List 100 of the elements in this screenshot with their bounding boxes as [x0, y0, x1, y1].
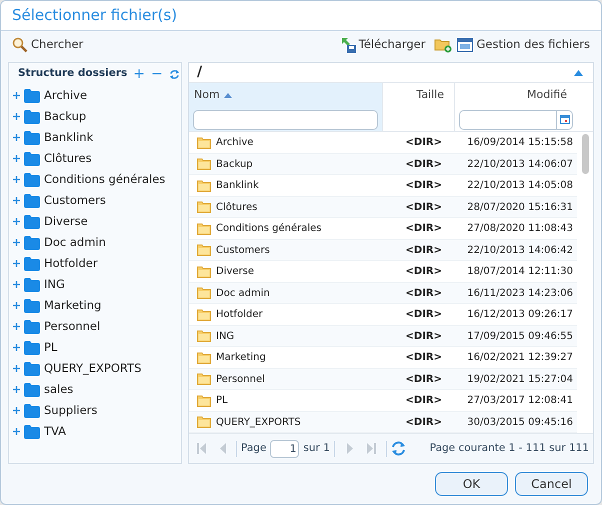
size-cell-text: <DIR> — [404, 244, 443, 258]
modified-cell-text: 16/11/2023 14:23:06 — [466, 286, 574, 301]
size-cell-text: <DIR> — [404, 286, 443, 301]
name-filter-field[interactable] — [193, 110, 378, 130]
file-name-cell[interactable]: PL — [216, 393, 228, 408]
modified-cell-text: 16/09/2014 15:15:58 — [466, 136, 574, 150]
refresh-icon[interactable] — [168, 68, 180, 80]
modified-cell-text: 19/02/2021 15:27:04 — [466, 372, 574, 387]
window-icon — [457, 38, 474, 52]
modified-cell-text: 18/07/2014 12:11:30 — [466, 265, 574, 280]
tree-item[interactable]: PL — [44, 338, 58, 356]
file-name-cell[interactable]: Personnel — [216, 372, 265, 387]
folder-icon — [197, 394, 211, 407]
plus-icon[interactable] — [13, 218, 20, 225]
tree-item[interactable]: ING — [44, 276, 65, 294]
tree-item[interactable]: QUERY_EXPORTS — [44, 360, 142, 378]
tree-item[interactable]: Clôtures — [44, 150, 92, 168]
plus-icon[interactable] — [13, 323, 20, 330]
tree-item[interactable]: Diverse — [44, 212, 88, 230]
new-folder-button[interactable] — [434, 36, 452, 52]
folder-add-icon — [434, 36, 452, 52]
folder-icon — [197, 136, 211, 149]
file-manager-button[interactable]: Gestion des fichiers — [457, 36, 590, 54]
tree-item[interactable]: Marketing — [44, 296, 102, 314]
tree-item[interactable]: Doc admin — [44, 234, 106, 252]
folder-icon — [24, 194, 40, 208]
modified-cell-text: 16/12/2013 09:26:17 — [466, 308, 574, 322]
folder-icon — [197, 201, 211, 214]
file-name-cell[interactable]: Conditions générales — [216, 221, 322, 236]
tree-item[interactable]: Customers — [44, 192, 106, 210]
tree-item[interactable]: Conditions générales — [44, 170, 166, 188]
plus-icon[interactable] — [13, 386, 20, 393]
size-cell-text: <DIR> — [404, 222, 443, 236]
refresh-icon[interactable] — [390, 441, 406, 456]
folder-icon — [197, 330, 211, 342]
tree-item[interactable]: sales — [44, 380, 74, 398]
file-name-cell[interactable]: ING — [216, 328, 234, 344]
plus-icon[interactable] — [13, 176, 20, 183]
sort-ascending-icon — [224, 92, 232, 98]
tree-item[interactable]: Hotfolder — [44, 254, 98, 272]
folder-icon — [24, 362, 40, 376]
folder-icon — [24, 130, 40, 144]
calendar-icon — [560, 115, 570, 124]
size-cell-text: <DIR> — [404, 200, 443, 215]
file-name-cell[interactable]: QUERY_EXPORTS — [216, 414, 301, 430]
plus-icon[interactable] — [13, 365, 20, 372]
file-name-cell[interactable]: Clôtures — [216, 200, 258, 215]
file-name-cell[interactable]: Diverse — [216, 264, 254, 280]
modified-cell-text: 28/07/2020 15:16:31 — [466, 200, 574, 215]
plus-icon[interactable] — [13, 260, 20, 267]
tree-item[interactable]: Suppliers — [44, 402, 98, 420]
file-name-cell[interactable]: Marketing — [216, 350, 266, 366]
plus-icon[interactable] — [13, 302, 20, 309]
folder-icon — [24, 256, 40, 270]
upload-button[interactable]: Télécharger — [340, 36, 426, 54]
file-name-cell[interactable]: Banklink — [216, 178, 259, 194]
file-name-cell[interactable]: Backup — [216, 156, 253, 172]
folder-icon — [24, 236, 40, 250]
file-name-cell[interactable]: Archive — [216, 135, 254, 150]
file-name-cell[interactable]: Hotfolder — [216, 307, 263, 322]
modified-cell-text: 22/10/2013 14:05:08 — [466, 179, 574, 194]
tree-item[interactable]: Banklink — [44, 128, 94, 146]
collapse-icon[interactable] — [574, 70, 583, 76]
tree-item[interactable]: Personnel — [44, 318, 100, 336]
plus-icon[interactable] — [13, 407, 20, 414]
size-cell-text: <DIR> — [404, 394, 443, 408]
folder-icon — [24, 340, 40, 354]
folder-icon — [24, 298, 40, 312]
panel-title: Structure dossiers — [18, 66, 128, 82]
column-header[interactable]: Taille — [387, 87, 450, 104]
plus-icon[interactable] — [13, 281, 20, 288]
folder-icon — [197, 352, 211, 364]
page-input[interactable]: 1 — [270, 440, 300, 458]
date-filter-field[interactable] — [459, 110, 557, 130]
size-cell-text: <DIR> — [404, 351, 443, 366]
folder-icon — [24, 404, 40, 418]
plus-icon[interactable] — [13, 197, 20, 204]
plus-icon[interactable] — [13, 344, 20, 351]
tree-item[interactable]: Archive — [44, 86, 88, 104]
tree-item[interactable]: TVA — [44, 422, 66, 440]
plus-icon[interactable] — [13, 92, 20, 99]
folder-icon — [24, 424, 40, 438]
dialog-button[interactable]: OK — [435, 472, 508, 496]
plus-icon[interactable] — [13, 155, 20, 162]
size-cell-text: <DIR> — [404, 136, 443, 150]
file-name-cell[interactable]: Doc admin — [216, 286, 270, 301]
plus-icon[interactable] — [13, 113, 20, 120]
plus-icon[interactable] — [13, 239, 20, 246]
plus-icon[interactable] — [13, 134, 20, 141]
file-name-cell[interactable]: Customers — [216, 242, 270, 258]
folder-icon — [197, 287, 211, 300]
tree-item[interactable]: Backup — [44, 108, 86, 126]
folder-icon — [197, 308, 211, 321]
calendar-button[interactable] — [557, 110, 573, 130]
column-header[interactable]: Modifié — [459, 87, 573, 104]
dialog-button[interactable]: Cancel — [515, 472, 588, 496]
folder-icon — [24, 214, 40, 228]
search-button[interactable]: Chercher — [12, 36, 84, 54]
plus-icon[interactable] — [13, 428, 20, 435]
folder-icon — [197, 158, 211, 170]
